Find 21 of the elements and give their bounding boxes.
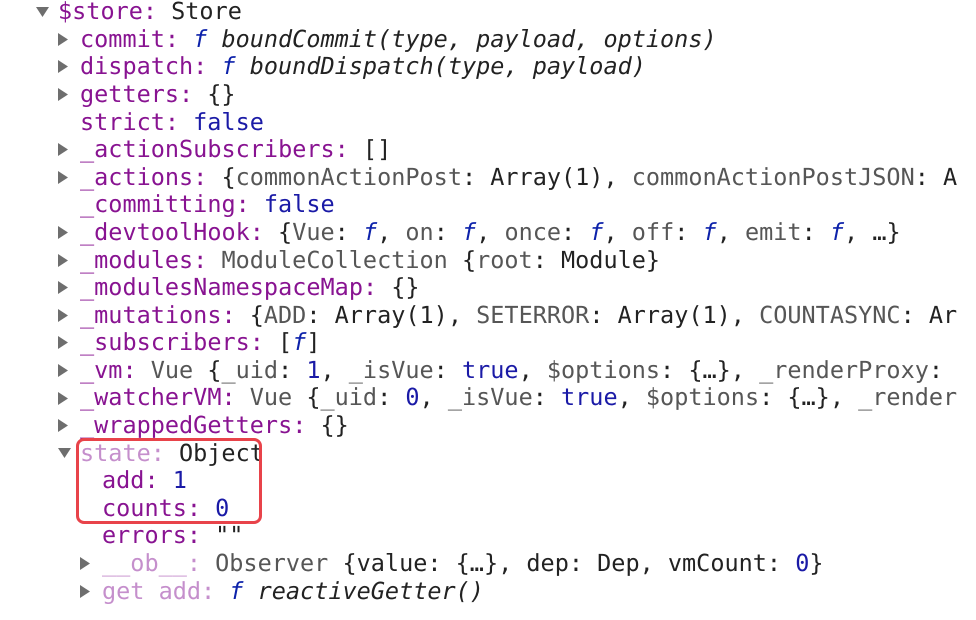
collapse-arrow-icon[interactable] xyxy=(58,448,71,458)
expand-arrow-icon[interactable] xyxy=(58,281,68,294)
property-value: [] xyxy=(362,134,392,166)
expand-arrow-icon[interactable] xyxy=(80,557,90,570)
collapse-arrow-icon[interactable] xyxy=(36,6,49,17)
expand-arrow-icon[interactable] xyxy=(58,226,68,240)
expand-arrow-icon[interactable] xyxy=(58,308,68,322)
property-key: _vm: xyxy=(80,352,137,388)
expand-arrow-icon[interactable] xyxy=(58,336,68,350)
expand-arrow-icon[interactable] xyxy=(58,419,68,432)
expand-arrow-icon[interactable] xyxy=(58,88,68,102)
expand-arrow-icon[interactable] xyxy=(58,254,68,267)
expand-arrow-icon[interactable] xyxy=(58,143,68,156)
expand-arrow-icon[interactable] xyxy=(58,60,68,74)
property-value: Vue {_uid: 1, _isVue: true, $options: {…}, _renderProxy: xyxy=(150,356,944,386)
expand-arrow-icon[interactable] xyxy=(58,364,68,378)
expand-arrow-icon[interactable] xyxy=(58,170,68,184)
expand-arrow-icon[interactable] xyxy=(58,32,68,46)
property-value: {} xyxy=(320,410,349,442)
expand-arrow-icon[interactable] xyxy=(58,392,68,405)
expand-arrow-icon[interactable] xyxy=(80,584,90,598)
